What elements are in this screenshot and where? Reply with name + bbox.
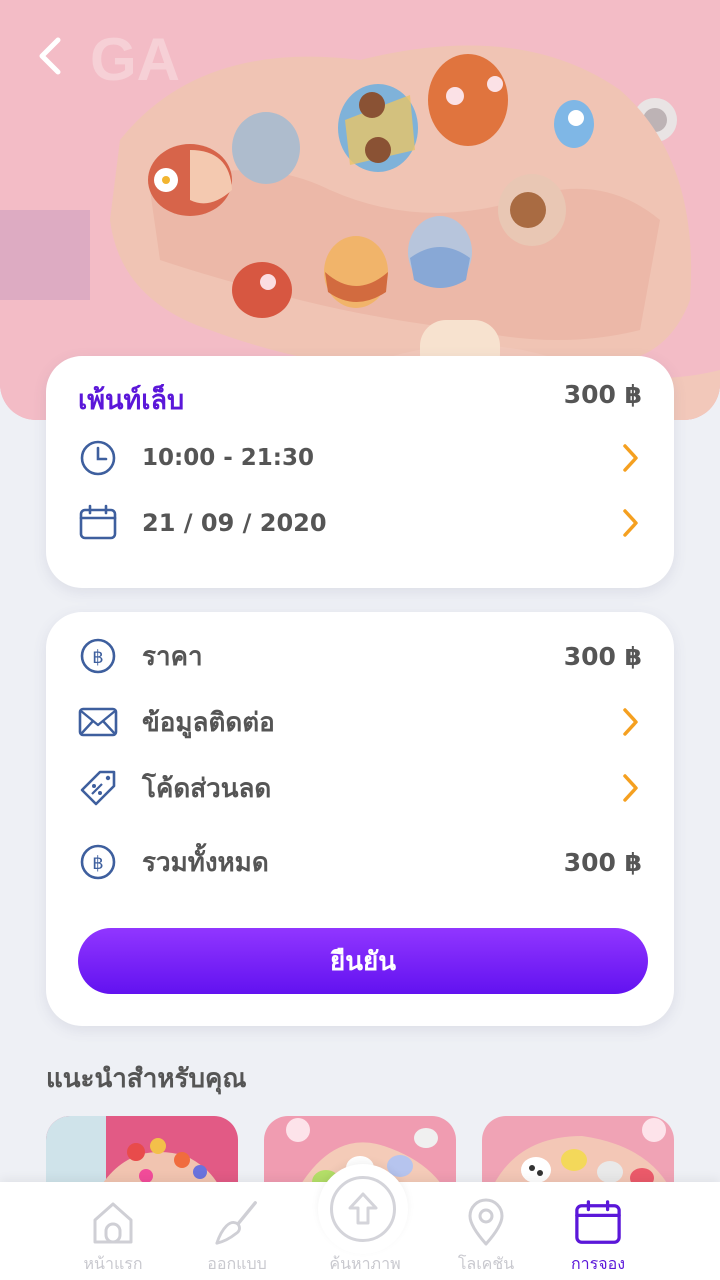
upload-icon — [348, 1192, 378, 1225]
discount-tag-icon — [78, 768, 118, 808]
baht-coin-icon: ฿ — [78, 636, 118, 676]
nav-label: การจอง — [570, 1254, 626, 1273]
service-price: 300 ฿ — [563, 380, 642, 409]
chevron-right-icon[interactable] — [618, 441, 642, 475]
location-pin-icon — [462, 1198, 510, 1248]
total-label: รวมทั้งหมด — [142, 847, 269, 878]
contact-row[interactable]: ข้อมูลติดต่อ — [78, 700, 642, 744]
price-row: ฿ ราคา 300 ฿ — [78, 634, 642, 678]
chevron-right-icon[interactable] — [618, 506, 642, 540]
svg-text:฿: ฿ — [92, 853, 103, 874]
time-row[interactable]: 10:00 - 21:30 — [78, 436, 642, 480]
recommendations-title: แนะนำสำหรับคุณ — [46, 1064, 247, 1094]
summary-card: ฿ ราคา 300 ฿ ข้อมูลติดต่อ โค้ดส่วนลด ฿ ร… — [46, 612, 674, 1026]
price-value: 300 ฿ — [563, 641, 642, 671]
svg-text:฿: ฿ — [92, 647, 103, 668]
calendar-icon — [574, 1198, 622, 1248]
calendar-icon — [78, 503, 118, 543]
chevron-right-icon[interactable] — [618, 771, 642, 805]
nav-label: โลเคชัน — [457, 1254, 515, 1273]
svg-text:GA: GA — [90, 26, 180, 93]
date-value: 21 / 09 / 2020 — [142, 509, 327, 537]
contact-label: ข้อมูลติดต่อ — [142, 707, 275, 738]
time-value: 10:00 - 21:30 — [142, 445, 314, 471]
total-row: ฿ รวมทั้งหมด 300 ฿ — [78, 840, 642, 884]
discount-row[interactable]: โค้ดส่วนลด — [78, 766, 642, 810]
nav-label: ค้นหาภาพ — [329, 1254, 401, 1273]
nav-booking[interactable]: การจอง — [543, 1182, 653, 1280]
baht-coin-icon: ฿ — [78, 842, 118, 882]
confirm-button[interactable]: ยืนยัน — [78, 928, 648, 994]
nav-design[interactable]: ออกแบบ — [182, 1182, 292, 1280]
image-search-button[interactable] — [330, 1176, 396, 1242]
service-card: เพ้นท์เล็บ 300 ฿ 10:00 - 21:30 21 / 09 /… — [46, 356, 674, 588]
clock-icon — [78, 438, 118, 478]
total-value: 300 ฿ — [563, 847, 642, 877]
service-name: เพ้นท์เล็บ — [78, 385, 185, 416]
nav-label: ออกแบบ — [207, 1254, 267, 1273]
back-button[interactable] — [36, 36, 84, 84]
nav-label: หน้าแรก — [83, 1254, 143, 1273]
price-label: ราคา — [142, 641, 203, 672]
chevron-right-icon[interactable] — [618, 705, 642, 739]
envelope-icon — [78, 702, 118, 742]
nav-home[interactable]: หน้าแรก — [58, 1182, 168, 1280]
brush-icon — [213, 1198, 261, 1248]
home-icon — [89, 1198, 137, 1248]
discount-label: โค้ดส่วนลด — [142, 773, 272, 804]
date-row[interactable]: 21 / 09 / 2020 — [78, 501, 642, 545]
nav-location[interactable]: โลเคชัน — [431, 1182, 541, 1280]
chevron-left-icon — [39, 37, 61, 75]
